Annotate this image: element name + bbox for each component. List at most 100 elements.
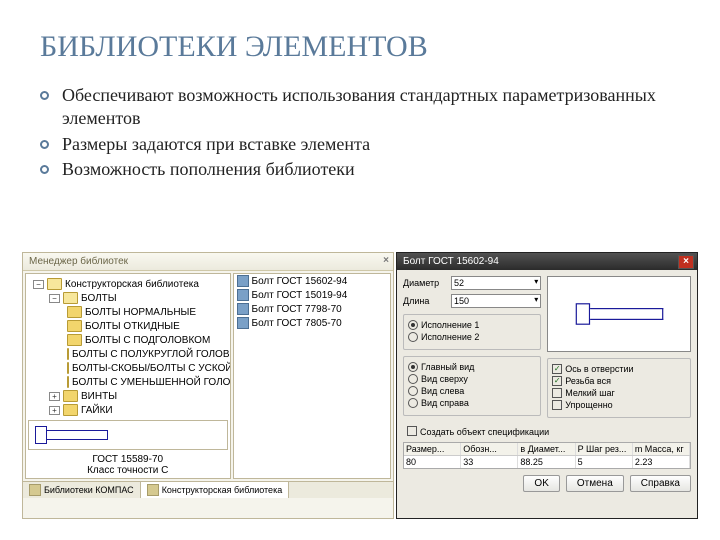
list-item[interactable]: Болт ГОСТ 7798-70 bbox=[234, 302, 391, 316]
diameter-combo[interactable]: 52 bbox=[451, 276, 541, 290]
close-icon[interactable]: × bbox=[383, 255, 389, 266]
slide-title: БИБЛИОТЕКИ ЭЛЕМЕНТОВ bbox=[40, 30, 680, 64]
th: Обозн... bbox=[461, 443, 518, 455]
tree-label: БОЛТЫ ОТКИДНЫЕ bbox=[85, 321, 180, 332]
list-item[interactable]: Болт ГОСТ 7805-70 bbox=[234, 316, 391, 330]
execution-radio-1[interactable]: Исполнение 1 bbox=[408, 320, 536, 330]
library-tabs: Библиотеки КОМПАС Конструкторская библио… bbox=[23, 481, 393, 498]
check-label: Мелкий шаг bbox=[565, 388, 615, 398]
checkbox-icon bbox=[552, 400, 562, 410]
folder-icon bbox=[63, 292, 78, 304]
th: Размер... bbox=[404, 443, 461, 455]
tree-folder[interactable]: БОЛТЫ-СКОБЫ/БОЛТЫ С УСКОЙ bbox=[31, 361, 227, 375]
tree-folder[interactable]: БОЛТЫ С УМЕНЬШЕННОЙ ГОЛОВКОЙ bbox=[31, 375, 227, 389]
tree-folder[interactable]: БОЛТЫ НОРМАЛЬНЫЕ bbox=[31, 305, 227, 319]
item-icon bbox=[237, 303, 249, 315]
create-spec-label: Создать объект спецификации bbox=[420, 427, 549, 437]
tab-label: Конструкторская библиотека bbox=[162, 485, 283, 495]
tree-preview bbox=[28, 420, 228, 450]
tree-folder[interactable]: БОЛТЫ С ПОДГОЛОВКОМ bbox=[31, 333, 227, 347]
tree-sibling[interactable]: + ГАЙКИ bbox=[31, 403, 227, 417]
folder-icon bbox=[67, 320, 82, 332]
list-label: Болт ГОСТ 7798-70 bbox=[252, 304, 342, 315]
library-tab[interactable]: Библиотеки КОМПАС bbox=[23, 482, 141, 498]
tree-folder[interactable]: БОЛТЫ ОТКИДНЫЕ bbox=[31, 319, 227, 333]
table-header: Размер... Обозн... в Диамет... P Шаг рез… bbox=[404, 443, 690, 456]
collapse-icon[interactable]: − bbox=[49, 294, 60, 303]
length-combo[interactable]: 150 bbox=[451, 294, 541, 308]
folder-icon bbox=[67, 334, 82, 346]
folder-icon bbox=[63, 390, 78, 402]
item-icon bbox=[237, 317, 249, 329]
view-radio[interactable]: Вид справа bbox=[408, 398, 536, 408]
radio-icon bbox=[408, 374, 418, 384]
tree-root-item[interactable]: − Конструкторская библиотека bbox=[31, 277, 227, 291]
checkbox-icon bbox=[552, 364, 562, 374]
tree-group[interactable]: − БОЛТЫ bbox=[31, 291, 227, 305]
tree-sibling[interactable]: +ВИНТЫ bbox=[31, 389, 227, 403]
tree-label: БОЛТЫ НОРМАЛЬНЫЕ bbox=[85, 307, 196, 318]
bullet-item: Размеры задаются при вставке элемента bbox=[40, 133, 680, 156]
folder-icon bbox=[67, 362, 69, 374]
preview-caption: ГОСТ 15589-70 Класс точности С bbox=[26, 452, 230, 478]
create-spec-check[interactable] bbox=[407, 426, 417, 436]
help-button[interactable]: Справка bbox=[630, 475, 691, 492]
bolt-icon bbox=[575, 303, 663, 325]
th: P Шаг рез... bbox=[576, 443, 633, 455]
radio-label: Вид сверху bbox=[421, 374, 468, 384]
radio-icon bbox=[408, 398, 418, 408]
expand-icon[interactable]: + bbox=[49, 392, 60, 401]
radio-icon bbox=[408, 386, 418, 396]
tab-icon bbox=[147, 484, 159, 496]
radio-label: Вид слева bbox=[421, 386, 464, 396]
collapse-icon[interactable]: − bbox=[33, 280, 44, 289]
execution-radio-2[interactable]: Исполнение 2 bbox=[408, 332, 536, 342]
library-list[interactable]: Болт ГОСТ 15602-94 Болт ГОСТ 15019-94 Бо… bbox=[233, 273, 392, 479]
check-label: Ось в отверстии bbox=[565, 364, 633, 374]
preview-sub-text: Класс точности С bbox=[26, 465, 230, 476]
view-radio[interactable]: Вид сверху bbox=[408, 374, 536, 384]
dialog-titlebar: Болт ГОСТ 15602-94 × bbox=[397, 253, 697, 270]
checkbox-icon bbox=[552, 388, 562, 398]
view-radio[interactable]: Главный вид bbox=[408, 362, 536, 372]
list-label: Болт ГОСТ 15019-94 bbox=[252, 290, 348, 301]
ok-button[interactable]: OK bbox=[523, 475, 559, 492]
close-icon[interactable]: × bbox=[678, 255, 694, 269]
folder-icon bbox=[63, 404, 78, 416]
expand-icon[interactable]: + bbox=[49, 406, 60, 415]
preview-caption-text: ГОСТ 15589-70 bbox=[26, 454, 230, 465]
option-check[interactable]: Ось в отверстии bbox=[552, 364, 686, 374]
library-tab[interactable]: Конструкторская библиотека bbox=[141, 482, 290, 498]
folder-icon bbox=[67, 306, 82, 318]
list-item[interactable]: Болт ГОСТ 15602-94 bbox=[234, 274, 391, 288]
radio-icon bbox=[408, 320, 418, 330]
library-tree[interactable]: − Конструкторская библиотека − БОЛТЫ БОЛ… bbox=[25, 273, 231, 479]
tab-icon bbox=[29, 484, 41, 496]
option-check[interactable]: Упрощенно bbox=[552, 400, 686, 410]
spec-table: Размер... Обозн... в Диамет... P Шаг рез… bbox=[403, 442, 691, 469]
td: 33 bbox=[461, 456, 518, 468]
view-radio[interactable]: Вид слева bbox=[408, 386, 536, 396]
list-label: Болт ГОСТ 7805-70 bbox=[252, 318, 342, 329]
cancel-button[interactable]: Отмена bbox=[566, 475, 624, 492]
radio-icon bbox=[408, 362, 418, 372]
execution-group: Исполнение 1 Исполнение 2 bbox=[403, 314, 541, 350]
tree-label: БОЛТЫ С ПОЛУКРУГЛОЙ ГОЛОВКОЙ bbox=[72, 349, 231, 360]
folder-icon bbox=[67, 348, 69, 360]
bullet-list: Обеспечивают возможность использования с… bbox=[40, 84, 680, 182]
option-check[interactable]: Резьба вся bbox=[552, 376, 686, 386]
radio-label: Главный вид bbox=[421, 362, 474, 372]
radio-label: Исполнение 2 bbox=[421, 332, 479, 342]
table-row[interactable]: 80 33 88.25 5 2.23 bbox=[404, 456, 690, 468]
radio-icon bbox=[408, 332, 418, 342]
tree-label: БОЛТЫ С УМЕНЬШЕННОЙ ГОЛОВКОЙ bbox=[72, 377, 231, 388]
option-check[interactable]: Мелкий шаг bbox=[552, 388, 686, 398]
radio-label: Исполнение 1 bbox=[421, 320, 479, 330]
checkbox-icon bbox=[407, 426, 417, 436]
tree-label: ГАЙКИ bbox=[81, 405, 113, 416]
tree-folder[interactable]: БОЛТЫ С ПОЛУКРУГЛОЙ ГОЛОВКОЙ bbox=[31, 347, 227, 361]
check-label: Упрощенно bbox=[565, 400, 612, 410]
tree-label: БОЛТЫ-СКОБЫ/БОЛТЫ С УСКОЙ bbox=[72, 363, 231, 374]
list-item[interactable]: Болт ГОСТ 15019-94 bbox=[234, 288, 391, 302]
options-group: Ось в отверстии Резьба вся Мелкий шаг Уп… bbox=[547, 358, 691, 418]
